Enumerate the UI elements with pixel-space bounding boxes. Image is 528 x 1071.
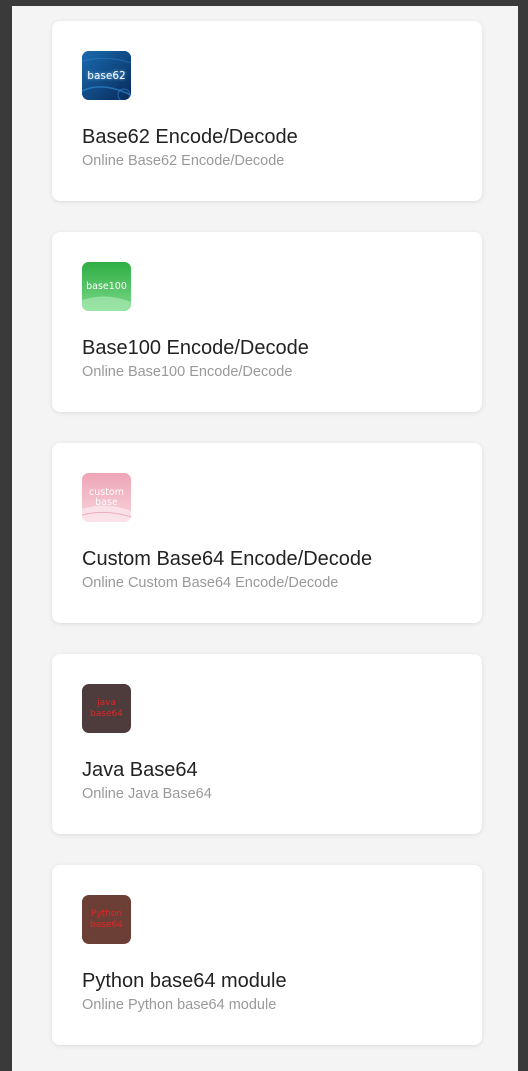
java-base64-logo-text: java base64 [90,697,123,719]
base100-logo-text: base100 [86,280,127,292]
tool-card-base100[interactable]: base100 Base100 Encode/Decode Online Bas… [52,232,482,412]
tool-description: Online Python base64 module [82,997,277,1013]
tool-title: Base100 Encode/Decode [82,337,309,359]
tool-card-python-base64[interactable]: Python base64 Python base64 module Onlin… [52,865,482,1045]
tool-description: Online Base62 Encode/Decode [82,153,285,169]
python-base64-logo-icon: Python base64 [82,895,131,944]
java-base64-logo-icon: java base64 [82,684,131,733]
tool-description: Online Custom Base64 Encode/Decode [82,575,339,591]
base62-logo-icon: base62 [82,51,131,100]
tool-title: Python base64 module [82,970,287,992]
base62-logo-text: base62 [87,69,126,82]
tool-title: Base62 Encode/Decode [82,126,298,148]
base100-logo-icon: base100 [82,262,131,311]
tool-description: Online Base100 Encode/Decode [82,364,293,380]
tool-description: Online Java Base64 [82,786,212,802]
page-viewport[interactable]: base62 Base62 Encode/Decode Online Base6… [12,6,518,1071]
tool-card-base62[interactable]: base62 Base62 Encode/Decode Online Base6… [52,21,482,201]
tool-title: Java Base64 [82,759,198,781]
tool-card-java-base64[interactable]: java base64 Java Base64 Online Java Base… [52,654,482,834]
tool-title: Custom Base64 Encode/Decode [82,548,373,570]
tool-card-custom-base64[interactable]: custom base Custom Base64 Encode/Decode … [52,443,482,623]
custom-base-logo-icon: custom base [82,473,131,522]
python-base64-logo-text: Python base64 [90,908,123,930]
custom-base-logo-text: custom base [89,486,124,508]
tool-card-list: base62 Base62 Encode/Decode Online Base6… [52,21,482,1071]
